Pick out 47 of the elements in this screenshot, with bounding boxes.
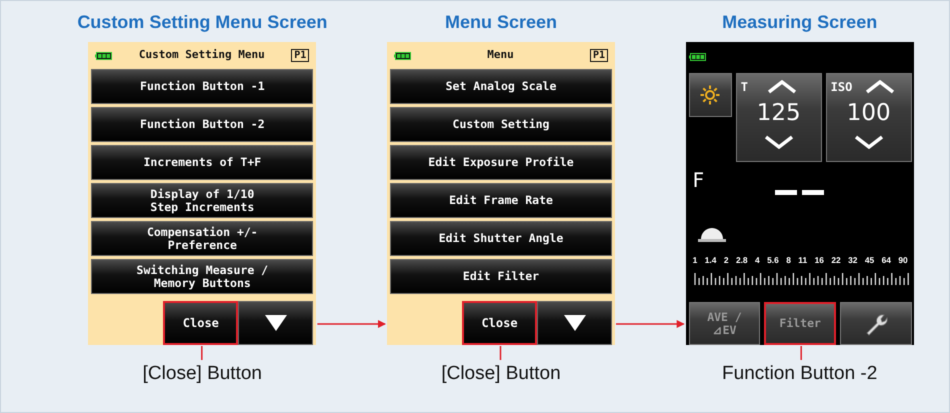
page-indicator: P1 — [590, 49, 608, 62]
iso-control[interactable]: ISO 100 — [826, 73, 912, 162]
control-label: ISO — [830, 79, 852, 96]
menu-item[interactable]: Function Button -2 — [91, 107, 314, 142]
scale-label: 16 — [814, 254, 824, 267]
caption: Function Button -2 — [722, 362, 878, 386]
scale-label: 4 — [755, 254, 760, 267]
close-button[interactable]: Close — [462, 301, 537, 345]
scale-label: 8 — [786, 254, 791, 267]
menu-item[interactable]: Display of 1/10 Step Increments — [91, 183, 314, 218]
scale-label: 45 — [864, 254, 874, 267]
function-button[interactable]: Filter — [764, 302, 836, 345]
menu-item[interactable]: Edit Frame Rate — [390, 183, 612, 218]
menu-item[interactable]: Custom Setting — [390, 107, 612, 142]
scale-label: 64 — [882, 254, 891, 267]
screen-heading: Custom Setting Menu Screen — [77, 11, 328, 33]
scale-label: 11 — [798, 254, 808, 267]
screen-title: Menu — [487, 47, 514, 64]
function-button[interactable]: AVE / ⊿EV — [688, 302, 760, 345]
shutter-speed-control[interactable]: T 125 — [736, 73, 822, 162]
menu-item[interactable]: Function Button -1 — [91, 69, 314, 104]
screen-heading: Menu Screen — [444, 11, 558, 33]
value-display: 100 — [846, 100, 891, 126]
menu-item[interactable]: Edit Filter — [390, 259, 612, 294]
screen-heading: Measuring Screen — [722, 11, 878, 33]
scale-label: 1.4 — [704, 254, 716, 267]
page-indicator: P1 — [291, 49, 310, 62]
scale-label: 90 — [898, 254, 908, 267]
scale-label: 2.8 — [736, 254, 748, 267]
scale-label: 1 — [692, 254, 698, 267]
caption: [Close] Button — [441, 362, 561, 386]
aperture-label: F — [692, 170, 704, 190]
menu-item[interactable]: Increments of T+F — [91, 145, 314, 180]
control-label: T — [740, 79, 748, 96]
menu-item[interactable]: Set Analog Scale — [390, 69, 612, 104]
value-display: 125 — [756, 100, 801, 126]
close-button[interactable]: Close — [163, 301, 238, 345]
scale-label: 5.6 — [767, 254, 779, 267]
scale-label: 32 — [848, 254, 858, 267]
caption: [Close] Button — [142, 362, 262, 386]
menu-item[interactable]: Edit Exposure Profile — [390, 145, 612, 180]
menu-item[interactable]: Switching Measure / Memory Buttons — [91, 259, 314, 294]
menu-item[interactable]: Edit Shutter Angle — [390, 221, 612, 256]
menu-item[interactable]: Compensation +/- Preference — [91, 221, 314, 256]
screen-title: Custom Setting Menu — [138, 47, 265, 64]
scale-label: 22 — [831, 254, 841, 267]
scale-label: 2 — [724, 254, 729, 267]
